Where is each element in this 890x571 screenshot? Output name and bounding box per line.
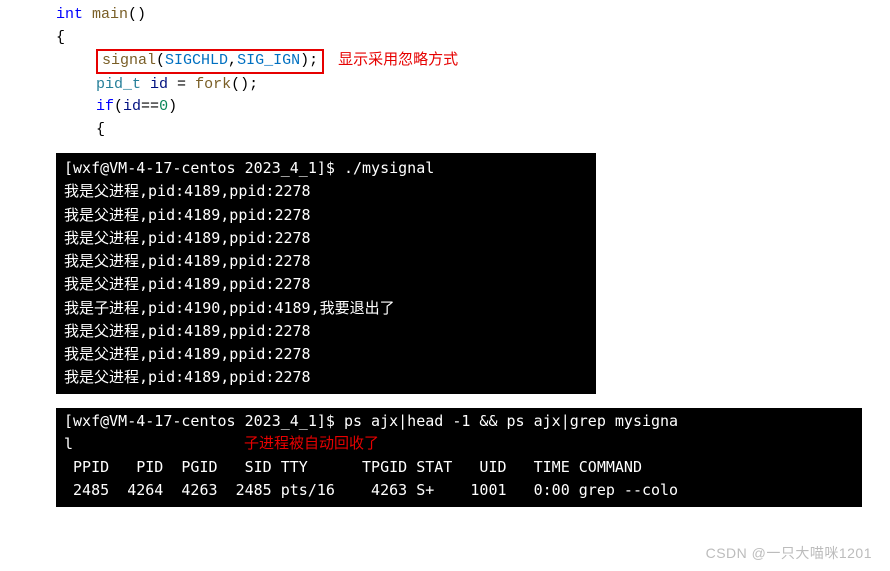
paren-close: ); bbox=[300, 52, 318, 69]
terminal-line: 我是父进程,pid:4189,ppid:2278 bbox=[64, 366, 588, 389]
code-line-6: { bbox=[56, 119, 890, 142]
equals: = bbox=[168, 76, 195, 93]
keyword-if: if bbox=[96, 98, 114, 115]
terminal-line: 我是父进程,pid:4189,ppid:2278 bbox=[64, 180, 588, 203]
function-fork: fork bbox=[195, 76, 231, 93]
keyword-int: int bbox=[56, 6, 83, 23]
parens: () bbox=[128, 6, 146, 23]
terminal-line: 我是父进程,pid:4189,ppid:2278 bbox=[64, 273, 588, 296]
paren-open: ( bbox=[156, 52, 165, 69]
paren-close: ) bbox=[168, 98, 177, 115]
code-line-4: pid_t id = fork(); bbox=[56, 74, 890, 97]
paren-open: ( bbox=[114, 98, 123, 115]
space bbox=[141, 76, 150, 93]
annotation-auto-reclaim: 子进程被自动回收了 bbox=[244, 432, 379, 455]
ps-row: 2485 4264 4263 2485 pts/16 4263 S+ 1001 … bbox=[64, 479, 854, 502]
code-block: int main() { signal(SIGCHLD,SIG_IGN);显示采… bbox=[0, 0, 890, 149]
annotation-ignore-mode: 显示采用忽略方式 bbox=[338, 51, 458, 68]
function-signal: signal bbox=[102, 52, 156, 69]
brace-open-inner: { bbox=[96, 121, 105, 138]
var-id: id bbox=[123, 98, 141, 115]
code-line-3: signal(SIGCHLD,SIG_IGN); 显示采用忽略方式 bbox=[56, 49, 890, 74]
watermark: CSDN @一只大喵咪1201 bbox=[706, 543, 872, 563]
code-line-2: { bbox=[56, 27, 890, 50]
terminal-line: 我是父进程,pid:4189,ppid:2278 bbox=[64, 227, 588, 250]
number-zero: 0 bbox=[159, 98, 168, 115]
var-id: id bbox=[150, 76, 168, 93]
terminal-prompt: [wxf@VM-4-17-centos 2023_4_1]$ ps ajx|he… bbox=[64, 410, 854, 433]
ps-header: PPID PID PGID SID TTY TPGID STAT UID TIM… bbox=[64, 456, 854, 479]
terminal-output-1: [wxf@VM-4-17-centos 2023_4_1]$ ./mysigna… bbox=[56, 153, 596, 394]
const-sigign: SIG_IGN bbox=[237, 52, 300, 69]
terminal-prompt: [wxf@VM-4-17-centos 2023_4_1]$ ./mysigna… bbox=[64, 157, 588, 180]
terminal-line: 我是子进程,pid:4190,ppid:4189,我要退出了 bbox=[64, 297, 588, 320]
type-pid-t: pid_t bbox=[96, 76, 141, 93]
brace-open: { bbox=[56, 29, 65, 46]
terminal-wrap: l bbox=[64, 433, 854, 456]
code-line-5: if(id==0) bbox=[56, 96, 890, 119]
highlight-box: signal(SIGCHLD,SIG_IGN); bbox=[96, 49, 324, 74]
comma: , bbox=[228, 52, 237, 69]
terminal-line: 我是父进程,pid:4189,ppid:2278 bbox=[64, 343, 588, 366]
eqeq: == bbox=[141, 98, 159, 115]
function-main: main bbox=[83, 6, 128, 23]
terminal-line: 我是父进程,pid:4189,ppid:2278 bbox=[64, 320, 588, 343]
terminal-line: 我是父进程,pid:4189,ppid:2278 bbox=[64, 204, 588, 227]
rest: (); bbox=[231, 76, 258, 93]
const-sigchld: SIGCHLD bbox=[165, 52, 228, 69]
terminal-output-2: [wxf@VM-4-17-centos 2023_4_1]$ ps ajx|he… bbox=[56, 408, 862, 507]
terminal-line: 我是父进程,pid:4189,ppid:2278 bbox=[64, 250, 588, 273]
code-line-1: int main() bbox=[56, 4, 890, 27]
